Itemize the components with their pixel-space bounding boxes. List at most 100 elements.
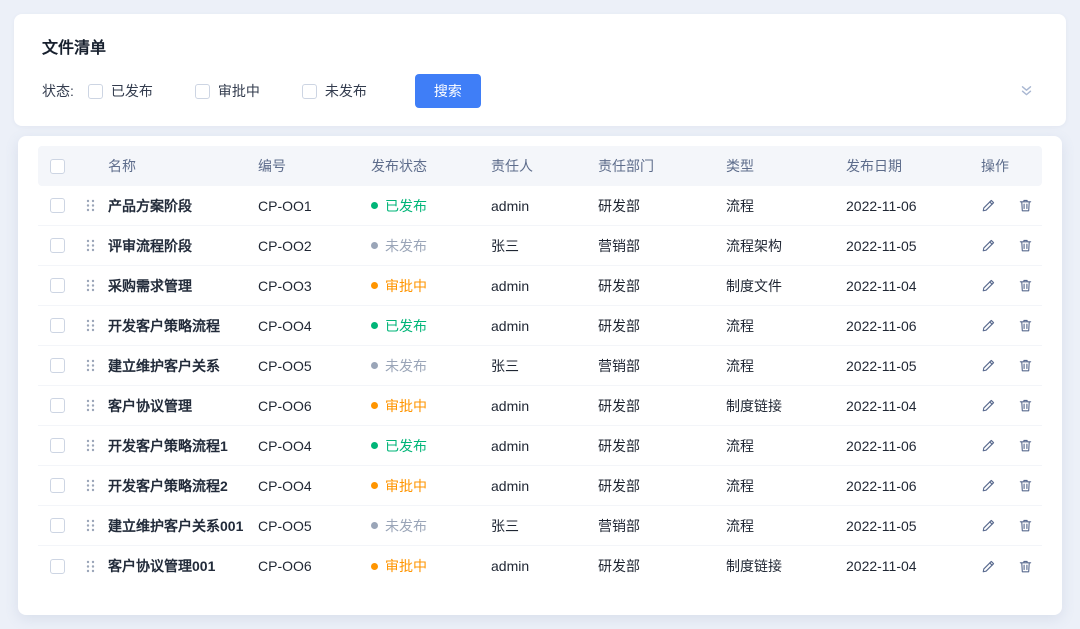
row-date: 2022-11-06 [842,478,977,494]
row-owner: admin [487,398,594,414]
drag-handle-icon[interactable] [86,439,95,452]
row-date: 2022-11-04 [842,278,977,294]
edit-icon[interactable] [981,398,996,413]
checkbox-unpublished[interactable] [302,84,317,99]
drag-handle-icon[interactable] [86,359,95,372]
panel-header-card: 文件清单 状态: 已发布 审批中 未发布 搜索 [14,14,1066,126]
delete-icon[interactable] [1018,238,1033,253]
delete-icon[interactable] [1018,198,1033,213]
drag-handle-icon[interactable] [86,239,95,252]
row-checkbox[interactable] [50,478,65,493]
drag-handle-icon[interactable] [86,519,95,532]
status-badge: 审批中 [367,556,487,576]
row-checkbox[interactable] [50,438,65,453]
col-header-code: 编号 [254,156,367,176]
edit-icon[interactable] [981,438,996,453]
filter-option-label: 审批中 [218,81,260,101]
row-date: 2022-11-05 [842,238,977,254]
edit-icon[interactable] [981,278,996,293]
edit-icon[interactable] [981,318,996,333]
edit-icon[interactable] [981,198,996,213]
col-header-department: 责任部门 [594,156,722,176]
col-header-date: 发布日期 [842,156,977,176]
row-code: CP-OO6 [254,398,367,414]
drag-handle-icon[interactable] [86,479,95,492]
delete-icon[interactable] [1018,518,1033,533]
row-checkbox[interactable] [50,318,65,333]
edit-icon[interactable] [981,238,996,253]
col-header-owner: 责任人 [487,156,594,176]
delete-icon[interactable] [1018,438,1033,453]
status-dot-icon [371,362,378,369]
status-dot-icon [371,322,378,329]
status-badge: 未发布 [367,516,487,536]
select-all-checkbox[interactable] [50,159,65,174]
double-chevron-down-icon[interactable] [1015,80,1038,102]
row-owner: admin [487,478,594,494]
table-row: 开发客户策略流程 CP-OO4 已发布 admin 研发部 流程 2022-11… [38,306,1042,346]
filter-option-approving[interactable]: 审批中 [195,81,260,101]
status-dot-icon [371,563,378,570]
status-label: 未发布 [385,236,427,256]
row-checkbox[interactable] [50,358,65,373]
row-code: CP-OO4 [254,318,367,334]
row-department: 研发部 [594,396,722,416]
drag-handle-icon[interactable] [86,399,95,412]
row-checkbox[interactable] [50,198,65,213]
filter-option-label: 已发布 [111,81,153,101]
status-dot-icon [371,202,378,209]
row-type: 制度文件 [722,276,842,296]
drag-handle-icon[interactable] [86,279,95,292]
row-checkbox[interactable] [50,518,65,533]
row-date: 2022-11-06 [842,438,977,454]
row-name: 开发客户策略流程2 [104,476,254,496]
edit-icon[interactable] [981,478,996,493]
row-name: 开发客户策略流程 [104,316,254,336]
row-department: 研发部 [594,436,722,456]
filter-option-unpublished[interactable]: 未发布 [302,81,367,101]
table-row: 采购需求管理 CP-OO3 审批中 admin 研发部 制度文件 2022-11… [38,266,1042,306]
delete-icon[interactable] [1018,278,1033,293]
filter-option-published[interactable]: 已发布 [88,81,153,101]
status-badge: 已发布 [367,316,487,336]
edit-icon[interactable] [981,358,996,373]
row-checkbox[interactable] [50,278,65,293]
row-department: 研发部 [594,476,722,496]
edit-icon[interactable] [981,559,996,574]
row-name: 产品方案阶段 [104,196,254,216]
row-department: 研发部 [594,316,722,336]
delete-icon[interactable] [1018,478,1033,493]
checkbox-approving[interactable] [195,84,210,99]
table-row: 建立维护客户关系 CP-OO5 未发布 张三 营销部 流程 2022-11-05 [38,346,1042,386]
row-checkbox[interactable] [50,559,65,574]
row-checkbox[interactable] [50,398,65,413]
row-type: 流程 [722,516,842,536]
edit-icon[interactable] [981,518,996,533]
status-label: 已发布 [385,316,427,336]
drag-handle-icon[interactable] [86,319,95,332]
page: 文件清单 状态: 已发布 审批中 未发布 搜索 [0,0,1080,629]
row-type: 流程 [722,196,842,216]
status-dot-icon [371,522,378,529]
row-checkbox[interactable] [50,238,65,253]
row-owner: 张三 [487,516,594,536]
delete-icon[interactable] [1018,318,1033,333]
row-date: 2022-11-06 [842,318,977,334]
row-name: 评审流程阶段 [104,236,254,256]
row-owner: admin [487,318,594,334]
filter-option-label: 未发布 [325,81,367,101]
status-badge: 审批中 [367,396,487,416]
status-label: 未发布 [385,356,427,376]
status-label: 审批中 [385,396,427,416]
delete-icon[interactable] [1018,559,1033,574]
delete-icon[interactable] [1018,398,1033,413]
row-code: CP-OO1 [254,198,367,214]
status-dot-icon [371,242,378,249]
delete-icon[interactable] [1018,358,1033,373]
row-code: CP-OO3 [254,278,367,294]
drag-handle-icon[interactable] [86,560,95,573]
search-button[interactable]: 搜索 [415,74,481,108]
checkbox-published[interactable] [88,84,103,99]
row-name: 开发客户策略流程1 [104,436,254,456]
drag-handle-icon[interactable] [86,199,95,212]
